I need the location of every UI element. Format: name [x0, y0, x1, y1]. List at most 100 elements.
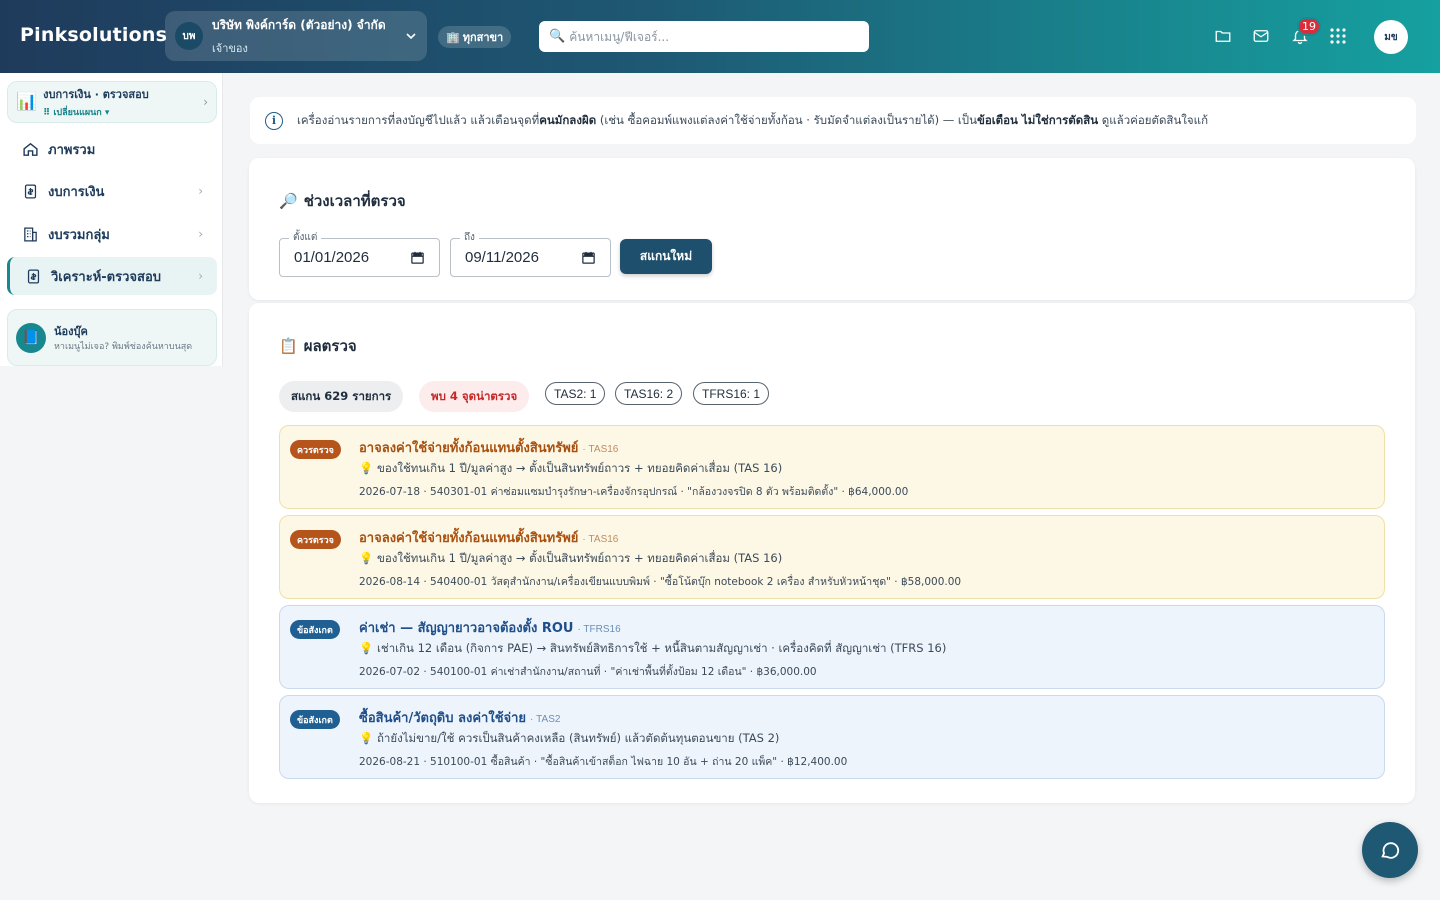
calendar-icon[interactable]: [410, 250, 425, 265]
search-box[interactable]: 🔍: [539, 21, 869, 52]
severity-badge: ควรตรวจ: [290, 440, 341, 459]
document-icon: [21, 182, 39, 200]
branch-label: ทุกสาขา: [462, 31, 504, 44]
assistant-card[interactable]: 📘 น้องบุ๊ค หาเมนูไม่เจอ? พิมพ์ช่องค้นหาบ…: [7, 309, 217, 366]
clipboard-icon: 📋: [279, 337, 298, 355]
finding-code: · TAS16: [582, 534, 619, 545]
book-icon: 📘: [16, 322, 46, 353]
tag-tfrs16[interactable]: TFRS16: 1: [693, 382, 770, 405]
finding-hint: 💡 ของใช้ทนเกิน 1 ปี/มูลค่าสูง → ตั้งเป็น…: [359, 461, 783, 475]
finding-detail: 2026-08-14 · 540400-01 วัสดุสำนักงาน/เคร…: [359, 576, 962, 588]
sidebar: 📊 งบการเงิน · ตรวจสอบ ⠿ เปลี่ยนแผนก ▾ › …: [0, 73, 223, 366]
sidebar-item-label: วิเคราะห์-ตรวจสอบ: [51, 269, 162, 285]
chevron-right-icon: ›: [203, 95, 208, 109]
mail-icon[interactable]: [1251, 26, 1271, 46]
finding-title: ค่าเช่า — สัญญายาวอาจต้องตั้ง ROU · TFRS1…: [359, 617, 621, 638]
sidebar-item-consolidated[interactable]: งบรวมกลุ่ม ›: [7, 215, 217, 253]
date-to-label: ถึง: [460, 230, 479, 245]
finding-code: · TAS2: [530, 714, 561, 725]
finding-item[interactable]: ควรตรวจ อาจลงค่าใช้จ่ายทั้งก้อนแทนตั้งสิ…: [279, 515, 1385, 599]
assistant-text: น้องบุ๊ค หาเมนูไม่เจอ? พิมพ์ช่องค้นหาบนส…: [54, 322, 192, 353]
branch-selector[interactable]: 🏢 ทุกสาขา: [438, 26, 512, 48]
period-card: 🔎 ช่วงเวลาที่ตรวจ ตั้งแต่ 01/01/2026 ถึง…: [249, 158, 1415, 300]
notification-count: 19: [1297, 17, 1321, 36]
module-text: งบการเงิน · ตรวจสอบ ⠿ เปลี่ยนแผนก ▾: [43, 85, 203, 119]
calendar-icon[interactable]: [581, 250, 596, 265]
magnifier-icon: 🔎: [279, 192, 298, 210]
company-info: บริษัท พิงค์การ์ด (ตัวอย่าง) จำกัด เจ้าข…: [212, 16, 405, 57]
chevron-down-icon: [406, 33, 416, 40]
found-count-chip: พบ 4 จุดน่าตรวจ: [419, 381, 530, 412]
chart-icon: 📊: [16, 92, 38, 112]
finding-title: ซื้อสินค้า/วัตถุดิบ ลงค่าใช้จ่าย · TAS2: [359, 707, 560, 728]
sidebar-item-label: ภาพรวม: [48, 142, 96, 158]
module-switch-link[interactable]: ⠿ เปลี่ยนแผนก ▾: [43, 105, 203, 119]
info-banner: i เครื่องอ่านรายการที่ลงบัญชีไปแล้ว แล้ว…: [250, 97, 1416, 144]
module-title: งบการเงิน · ตรวจสอบ: [43, 88, 149, 101]
sidebar-item-label: งบรวมกลุ่ม: [48, 227, 110, 243]
finding-item[interactable]: ข้อสังเกต ค่าเช่า — สัญญายาวอาจต้องตั้ง …: [279, 605, 1385, 689]
chevron-right-icon: ›: [198, 269, 203, 283]
date-to-value[interactable]: 09/11/2026: [465, 249, 581, 266]
assistant-hint: หาเมนูไม่เจอ? พิมพ์ช่องค้นหาบนสุด: [54, 342, 193, 352]
info-text-part: (เช่น ซื้อคอมพ์แพงแต่ลงค่าใช้จ่ายทั้งก้อ…: [596, 112, 977, 127]
date-from-value[interactable]: 01/01/2026: [294, 249, 410, 266]
sidebar-item-overview[interactable]: ภาพรวม: [7, 130, 217, 168]
severity-badge: ข้อสังเกต: [290, 620, 340, 639]
finding-item[interactable]: ข้อสังเกต ซื้อสินค้า/วัตถุดิบ ลงค่าใช้จ่…: [279, 695, 1385, 779]
company-name: บริษัท พิงค์การ์ด (ตัวอย่าง) จำกัด: [212, 17, 386, 32]
severity-badge: ข้อสังเกต: [290, 710, 340, 729]
company-switcher[interactable]: บพ บริษัท พิงค์การ์ด (ตัวอย่าง) จำกัด เจ…: [165, 11, 427, 61]
scanned-count-chip: สแกน 629 รายการ: [279, 381, 404, 412]
search-input[interactable]: [569, 29, 850, 44]
chevron-right-icon: ›: [198, 184, 203, 198]
chat-bubble-icon: [1381, 842, 1400, 859]
module-switcher[interactable]: 📊 งบการเงิน · ตรวจสอบ ⠿ เปลี่ยนแผนก ▾ ›: [7, 81, 217, 123]
severity-badge: ควรตรวจ: [290, 530, 341, 549]
finding-detail: 2026-08-21 · 510100-01 ซื้อสินค้า · "ซื้…: [359, 756, 848, 768]
assistant-name: น้องบุ๊ค: [54, 325, 88, 338]
search-icon: 🔍: [549, 29, 566, 44]
info-text-part: ดูแล้วค่อยตัดสินใจแก้: [1098, 112, 1209, 127]
finding-hint: 💡 ของใช้ทนเกิน 1 ปี/มูลค่าสูง → ตั้งเป็น…: [359, 551, 783, 565]
finding-hint: 💡 ถ้ายังไม่ขาย/ใช้ ควรเป็นสินค้าคงเหลือ …: [359, 731, 780, 745]
rescan-button[interactable]: สแกนใหม่: [620, 239, 712, 274]
date-from-field[interactable]: ตั้งแต่ 01/01/2026: [279, 230, 440, 277]
home-icon: [21, 140, 39, 158]
info-text: เครื่องอ่านรายการที่ลงบัญชีไปแล้ว แล้วเต…: [297, 112, 1208, 130]
document-icon: [24, 267, 42, 285]
finding-detail: 2026-07-18 · 540301-01 ค่าซ่อมแซมบำรุงรั…: [359, 486, 909, 498]
tag-tas2[interactable]: TAS2: 1: [545, 382, 606, 405]
finding-detail: 2026-07-02 · 540100-01 ค่าเช่าสำนักงาน/ส…: [359, 666, 817, 678]
sidebar-item-analysis-audit[interactable]: วิเคราะห์-ตรวจสอบ ›: [7, 257, 217, 295]
chevron-right-icon: ›: [198, 227, 203, 241]
period-title: 🔎 ช่วงเวลาที่ตรวจ: [279, 189, 406, 213]
finding-item[interactable]: ควรตรวจ อาจลงค่าใช้จ่ายทั้งก้อนแทนตั้งสิ…: [279, 425, 1385, 509]
date-to-field[interactable]: ถึง 09/11/2026: [450, 230, 611, 277]
finding-title: อาจลงค่าใช้จ่ายทั้งก้อนแทนตั้งสินทรัพย์ ·…: [359, 527, 618, 548]
chat-button[interactable]: [1362, 822, 1418, 878]
info-text-bold: คนมักลงผิด: [539, 112, 597, 127]
info-text-part: เครื่องอ่านรายการที่ลงบัญชีไปแล้ว แล้วเต…: [297, 112, 540, 127]
date-from-label: ตั้งแต่: [289, 230, 322, 245]
top-bar: Pinksolutions บพ บริษัท พิงค์การ์ด (ตัวอ…: [0, 0, 1440, 73]
info-icon: i: [265, 111, 283, 130]
tag-tas16[interactable]: TAS16: 2: [615, 382, 683, 405]
finding-title-text: ค่าเช่า — สัญญายาวอาจต้องตั้ง ROU: [359, 621, 574, 636]
finding-hint: 💡 เช่าเกิน 12 เดือน (กิจการ PAE) → สินทร…: [359, 641, 947, 655]
finding-code: · TFRS16: [577, 624, 621, 635]
company-badge: บพ: [175, 22, 203, 50]
finding-title-text: อาจลงค่าใช้จ่ายทั้งก้อนแทนตั้งสินทรัพย์: [359, 441, 579, 456]
finding-title: อาจลงค่าใช้จ่ายทั้งก้อนแทนตั้งสินทรัพย์ ·…: [359, 437, 618, 458]
company-role: เจ้าของ: [212, 41, 248, 55]
info-text-bold: ข้อเตือน ไม่ใช่การตัดสิน: [976, 112, 1099, 127]
sidebar-item-financial-statements[interactable]: งบการเงิน ›: [7, 172, 217, 210]
user-avatar[interactable]: มข: [1374, 20, 1408, 54]
results-title-text: ผลตรวจ: [303, 337, 357, 355]
apps-grid-icon[interactable]: [1328, 26, 1348, 46]
brand-logo[interactable]: Pinksolutions: [20, 24, 167, 46]
finding-code: · TAS16: [582, 444, 619, 455]
period-title-text: ช่วงเวลาที่ตรวจ: [303, 192, 406, 210]
finding-title-text: ซื้อสินค้า/วัตถุดิบ ลงค่าใช้จ่าย: [359, 711, 527, 726]
folder-icon[interactable]: [1213, 26, 1233, 46]
